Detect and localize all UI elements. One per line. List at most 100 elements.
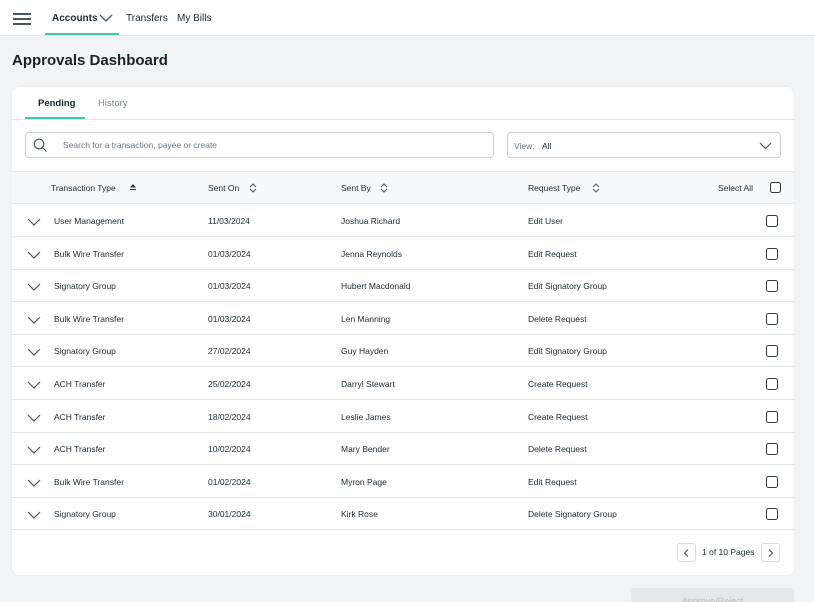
table-row[interactable]: ACH Transfer 18/02/2024 Leslie James Create… — [12, 400, 794, 433]
nav-item-my-bills[interactable]: My Bills — [177, 13, 211, 24]
sort-icon[interactable] — [249, 183, 257, 193]
chevron-down-icon[interactable] — [27, 381, 41, 389]
table-row[interactable]: User Management 11/03/2024 Joshua Richard E… — [12, 204, 794, 237]
cell-sent-on: 25/02/2024 — [208, 379, 251, 389]
select-all-label: Select All — [718, 183, 753, 193]
chevron-right-icon — [768, 549, 774, 557]
cell-sent-by: Mary Bender — [341, 444, 390, 455]
row-checkbox[interactable] — [766, 378, 778, 390]
table-row[interactable]: Signatory Group 27/02/2024 Guy Hayden Edit … — [12, 334, 794, 368]
chevron-down-icon[interactable] — [27, 479, 41, 487]
search-input[interactable] — [63, 137, 483, 153]
cell-sent-on: 30/01/2024 — [208, 509, 251, 520]
search-icon — [33, 138, 47, 152]
sort-active-icon[interactable] — [129, 183, 137, 193]
menu-icon[interactable] — [13, 13, 31, 25]
row-checkbox[interactable] — [766, 508, 778, 521]
cell-sent-by: Guy Hayden — [341, 346, 389, 357]
next-page-button[interactable] — [761, 543, 780, 562]
chevron-down-icon[interactable] — [27, 251, 41, 259]
top-nav: Accounts Transfers My Bills — [0, 0, 814, 36]
cell-transaction-type: Signatory Group — [54, 509, 116, 520]
column-header-transaction-type[interactable]: Transaction Type — [51, 183, 136, 193]
tab-active-indicator — [25, 117, 85, 119]
view-value: All — [542, 141, 552, 151]
table-row[interactable]: Signatory Group 01/03/2024 Hubert Macdonal… — [12, 269, 794, 303]
approvals-card: Pending History View: All Transaction Ty… — [12, 87, 794, 575]
cell-request-type: Edit Signatory Group — [528, 346, 607, 357]
table-row[interactable]: Signatory Group 30/01/2024 Kirk Rose Delete… — [12, 497, 794, 531]
chevron-down-icon[interactable] — [27, 283, 41, 292]
row-checkbox[interactable] — [766, 247, 778, 260]
cell-sent-by: Myron Page — [341, 476, 387, 487]
sort-icon[interactable] — [380, 183, 388, 193]
column-header-label: Transaction Type — [51, 183, 116, 193]
cell-request-type: Edit User — [528, 216, 563, 226]
view-select[interactable]: View: All — [507, 132, 781, 158]
row-checkbox[interactable] — [766, 215, 778, 227]
row-checkbox[interactable] — [766, 345, 778, 358]
cell-transaction-type: Bulk Wire Transfer — [54, 248, 124, 259]
cell-transaction-type: User Management — [54, 216, 124, 226]
nav-item-accounts[interactable]: Accounts — [52, 13, 98, 24]
cell-sent-by: Darryl Stewart — [341, 379, 395, 389]
pagination-text: 1 of 10 Pages — [702, 547, 755, 557]
cell-sent-on: 01/02/2024 — [208, 476, 251, 487]
cell-sent-on: 11/03/2024 — [208, 216, 250, 226]
row-checkbox[interactable] — [766, 280, 778, 293]
table-row[interactable]: Bulk Wire Transfer 01/03/2024 Jenna Reynol… — [12, 237, 794, 270]
chevron-down-icon[interactable] — [27, 511, 41, 520]
cell-request-type: Edit Request — [528, 476, 577, 487]
cell-request-type: Create Request — [528, 411, 588, 422]
table-row[interactable]: ACH Transfer 10/02/2024 Mary Bender Delete … — [12, 432, 794, 466]
cell-sent-on: 18/02/2024 — [208, 411, 251, 422]
cell-transaction-type: Bulk Wire Transfer — [54, 313, 124, 324]
table-row[interactable]: ACH Transfer 25/02/2024 Darryl Stewart Crea… — [12, 367, 794, 400]
tab-history[interactable]: History — [98, 98, 128, 109]
column-header-sent-on[interactable]: Sent On — [208, 183, 257, 193]
cell-transaction-type: ACH Transfer — [54, 379, 106, 389]
column-header-request-type[interactable]: Request Type — [528, 183, 600, 193]
cell-transaction-type: ACH Transfer — [54, 411, 106, 422]
nav-item-transfers[interactable]: Transfers — [126, 13, 168, 24]
previous-page-button[interactable] — [677, 543, 696, 562]
cell-request-type: Edit Request — [528, 248, 577, 259]
chevron-down-icon — [759, 142, 772, 150]
chevron-down-icon[interactable] — [27, 316, 41, 324]
row-checkbox[interactable] — [766, 443, 778, 456]
cell-sent-by: Kirk Rose — [341, 509, 378, 520]
approve-reject-button[interactable]: Approve/Reject — [631, 588, 794, 602]
cell-transaction-type: Signatory Group — [54, 281, 116, 292]
row-checkbox[interactable] — [766, 410, 778, 423]
search-box[interactable] — [25, 132, 494, 158]
cell-request-type: Delete Signatory Group — [528, 509, 617, 520]
cell-transaction-type: ACH Transfer — [54, 444, 106, 455]
column-header-label: Request Type — [528, 183, 581, 193]
cell-transaction-type: Bulk Wire Transfer — [54, 476, 124, 487]
cell-request-type: Create Request — [528, 379, 588, 389]
chevron-down-icon[interactable] — [27, 218, 41, 226]
row-checkbox[interactable] — [766, 475, 778, 488]
select-all-checkbox[interactable] — [770, 182, 781, 193]
sort-icon[interactable] — [592, 183, 600, 193]
chevron-down-icon[interactable] — [99, 14, 113, 23]
row-checkbox[interactable] — [766, 312, 778, 325]
cell-sent-by: Hubert Macdonald — [341, 281, 411, 292]
cell-sent-on: 01/03/2024 — [208, 248, 251, 259]
cell-sent-by: Leslie James — [341, 411, 391, 422]
tab-pending[interactable]: Pending — [38, 98, 75, 109]
nav-active-indicator — [45, 33, 119, 35]
page-title: Approvals Dashboard — [12, 52, 168, 69]
cell-sent-on: 27/02/2024 — [208, 346, 251, 357]
table-row[interactable]: Bulk Wire Transfer 01/02/2024 Myron Page Ed… — [12, 465, 794, 498]
cell-sent-by: Jenna Reynolds — [341, 248, 402, 259]
view-label: View: — [514, 141, 535, 151]
chevron-down-icon[interactable] — [27, 414, 41, 422]
cell-sent-by: Len Manning — [341, 313, 391, 324]
cell-transaction-type: Signatory Group — [54, 346, 116, 357]
chevron-down-icon[interactable] — [27, 446, 41, 455]
cell-sent-on: 01/03/2024 — [208, 313, 251, 324]
table-row[interactable]: Bulk Wire Transfer 01/03/2024 Len Manning D… — [12, 302, 794, 335]
column-header-sent-by[interactable]: Sent By — [341, 183, 388, 193]
chevron-down-icon[interactable] — [27, 348, 41, 357]
